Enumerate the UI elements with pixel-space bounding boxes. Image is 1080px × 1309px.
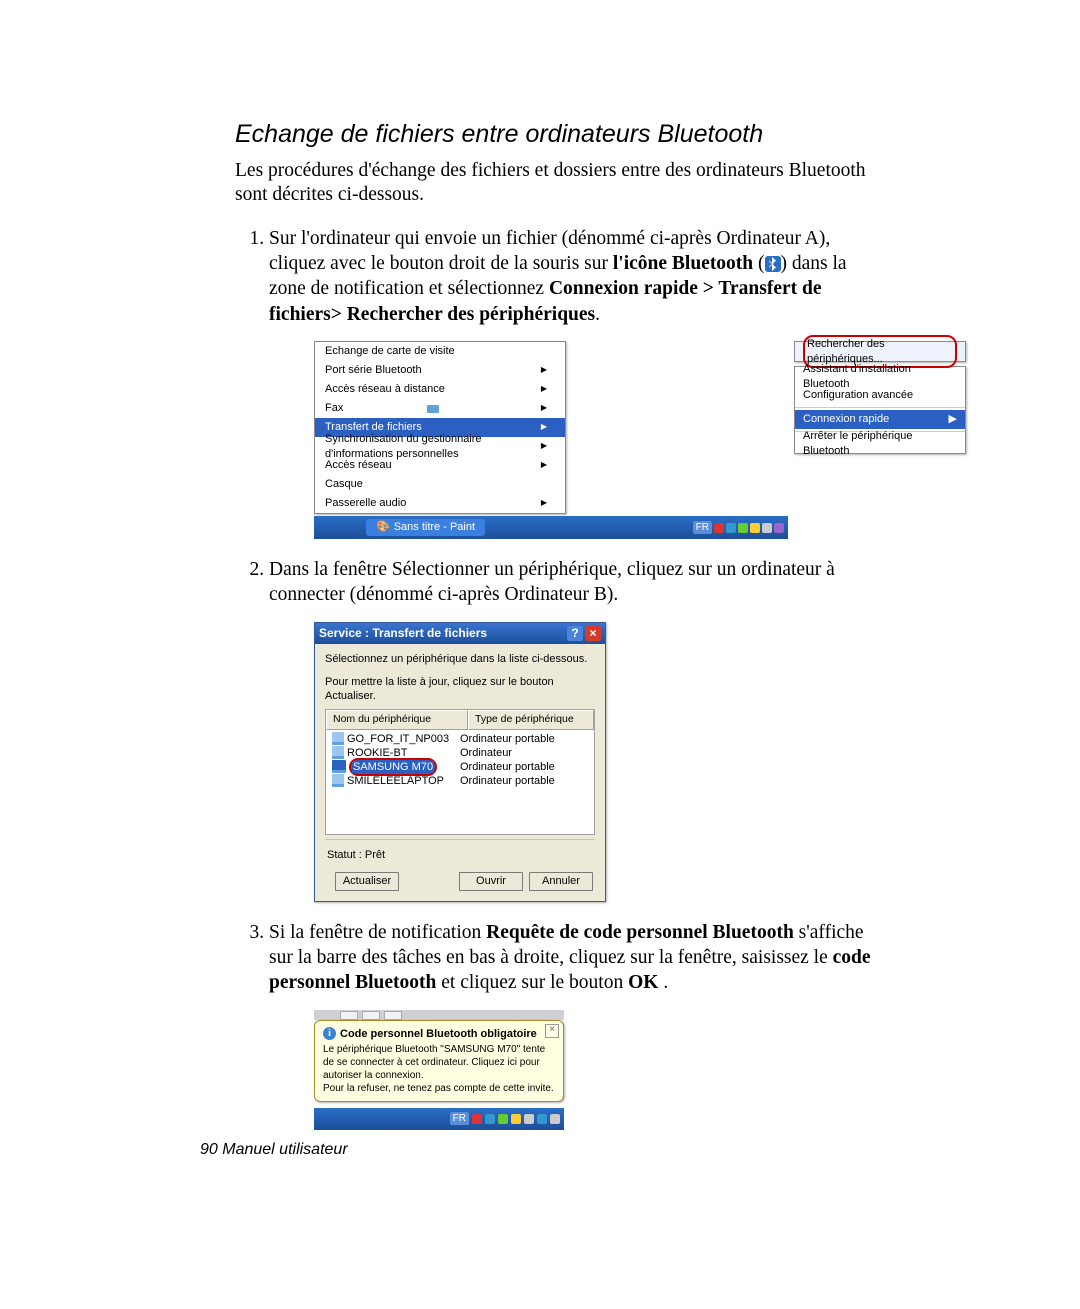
paint-icon: 🎨 [376, 520, 390, 534]
step3-bold-notify: Requête de code personnel Bluetooth [486, 922, 794, 943]
step3-a: Si la fenêtre de notification [269, 922, 486, 943]
balloon-title: i Code personnel Bluetooth obligatoire [323, 1027, 555, 1041]
tray-icon[interactable] [750, 523, 760, 533]
keyboard-icon [427, 405, 439, 413]
window-decoration [314, 1010, 564, 1020]
dialog-button-row: Actualiser Ouvrir Annuler [325, 868, 595, 896]
submenu-arrow-icon: ▶ [541, 384, 547, 394]
page-footer: 90 Manuel utilisateur [200, 1141, 348, 1159]
tray-bluetooth-icon[interactable] [774, 523, 784, 533]
balloon-body-1: Le périphérique Bluetooth "SAMSUNG M70" … [323, 1043, 555, 1082]
submenu-arrow-icon: ▶ [541, 365, 547, 375]
step-3: Si la fenêtre de notification Requête de… [269, 920, 880, 1130]
right-main-menu: Assistant d'installation Bluetooth Confi… [794, 366, 966, 454]
list-header: Nom du périphérique Type de périphérique [326, 710, 594, 730]
device-list: Nom du périphérique Type de périphérique… [325, 709, 595, 835]
step-2: Dans la fenêtre Sélectionner un périphér… [269, 557, 880, 901]
figure-device-dialog: Service : Transfert de fichiers ? × Séle… [314, 622, 880, 902]
submenu-arrow-icon: ▶ [541, 498, 547, 508]
submenu-arrow-icon: ▶ [541, 441, 547, 451]
laptop-icon [332, 760, 346, 773]
tray-icon[interactable] [738, 523, 748, 533]
titlebar-close-button[interactable]: × [585, 626, 601, 641]
step1-c: ( [753, 253, 764, 274]
refresh-button[interactable]: Actualiser [335, 872, 399, 890]
bluetooth-icon [765, 256, 781, 272]
step3-bold-ok: OK [628, 972, 658, 993]
submenu-arrow-icon: ▶ [541, 403, 547, 413]
device-row-selected[interactable]: SAMSUNG M70Ordinateur portable [326, 760, 594, 774]
dialog-instruction-1: Sélectionnez un périphérique dans la lis… [325, 652, 595, 666]
titlebar-help-button[interactable]: ? [567, 626, 583, 641]
balloon-body-2: Pour la refuser, ne tenez pas compte de … [323, 1082, 555, 1095]
tray-icon[interactable] [524, 1114, 534, 1124]
language-indicator[interactable]: FR [693, 521, 712, 534]
menu-item[interactable]: Casque [315, 475, 565, 494]
step1-bold-icon-label: l'icône Bluetooth [613, 253, 753, 274]
cancel-button[interactable]: Annuler [529, 872, 593, 890]
tray-icon[interactable] [498, 1114, 508, 1124]
tray-icon[interactable] [485, 1114, 495, 1124]
tray-icon[interactable] [550, 1114, 560, 1124]
menu-separator [795, 407, 965, 408]
menu-item-assistant[interactable]: Assistant d'installation Bluetooth [795, 367, 965, 386]
submenu-arrow-icon: ▶ [541, 460, 547, 470]
section-heading: Echange de fichiers entre ordinateurs Bl… [235, 120, 880, 149]
intro-paragraph: Les procédures d'échange des fichiers et… [235, 159, 880, 208]
tray-icon[interactable] [762, 523, 772, 533]
dialog-titlebar: Service : Transfert de fichiers ? × [315, 623, 605, 645]
tray-bluetooth-icon[interactable] [537, 1114, 547, 1124]
figure-balloon-notification: × i Code personnel Bluetooth obligatoire… [314, 1010, 880, 1130]
menu-item[interactable]: Echange de carte de visite [315, 342, 565, 361]
submenu-arrow-icon: ▶ [949, 412, 957, 426]
taskbar-app-button[interactable]: 🎨Sans titre - Paint [366, 519, 485, 535]
menu-item[interactable]: Synchronisation du gestionnaire d'inform… [315, 437, 565, 456]
menu-item-quick-connect[interactable]: Connexion rapide▶ [795, 410, 965, 429]
page-number: 90 [200, 1141, 218, 1158]
menu-item[interactable]: Accès réseau à distance▶ [315, 380, 565, 399]
taskbar: 🎨Sans titre - Paint FR [314, 516, 788, 539]
dialog-instruction-2: Pour mettre la liste à jour, cliquez sur… [325, 675, 595, 704]
tray-icon[interactable] [714, 523, 724, 533]
left-context-menu: Echange de carte de visite Port série Bl… [314, 341, 566, 514]
tray-icon[interactable] [472, 1114, 482, 1124]
menu-item[interactable]: Fax▶ [315, 399, 565, 418]
step-1: Sur l'ordinateur qui envoie un fichier (… [269, 226, 880, 539]
dialog-title-text: Service : Transfert de fichiers [319, 626, 487, 642]
info-icon: i [323, 1027, 336, 1040]
balloon-close-button[interactable]: × [545, 1024, 559, 1038]
notification-balloon[interactable]: × i Code personnel Bluetooth obligatoire… [314, 1020, 564, 1102]
menu-item[interactable]: Port série Bluetooth▶ [315, 361, 565, 380]
tray-icon[interactable] [726, 523, 736, 533]
col-device-type[interactable]: Type de périphérique [468, 710, 594, 730]
open-button[interactable]: Ouvrir [459, 872, 523, 890]
step3-g: . [658, 972, 668, 993]
step3-e: et cliquez sur le bouton [436, 972, 628, 993]
device-row[interactable]: GO_FOR_IT_NP003Ordinateur portable [326, 732, 594, 746]
col-device-name[interactable]: Nom du périphérique [326, 710, 468, 730]
taskbar-tray: FR [314, 1108, 564, 1130]
select-device-dialog: Service : Transfert de fichiers ? × Séle… [314, 622, 606, 902]
right-submenu-top: Rechercher des périphériques... [794, 341, 966, 362]
system-tray: FR [689, 521, 788, 534]
footer-label: Manuel utilisateur [218, 1141, 348, 1158]
step1-f: . [595, 304, 600, 325]
menu-item-search-devices[interactable]: Rechercher des périphériques... [795, 342, 965, 361]
step2-text: Dans la fenêtre Sélectionner un périphér… [269, 559, 835, 605]
laptop-icon [332, 732, 344, 745]
figure-context-menu: Echange de carte de visite Port série Bl… [314, 341, 880, 539]
laptop-icon [332, 774, 344, 787]
tray-icon[interactable] [511, 1114, 521, 1124]
submenu-arrow-icon: ▶ [541, 422, 547, 432]
menu-item-stop-bt[interactable]: Arrêter le périphérique Bluetooth [795, 434, 965, 453]
dialog-status: Statut : Prêt [325, 839, 595, 868]
menu-item[interactable]: Passerelle audio▶ [315, 494, 565, 513]
language-indicator[interactable]: FR [450, 1112, 469, 1125]
device-row[interactable]: SMILELEELAPTOPOrdinateur portable [326, 774, 594, 788]
